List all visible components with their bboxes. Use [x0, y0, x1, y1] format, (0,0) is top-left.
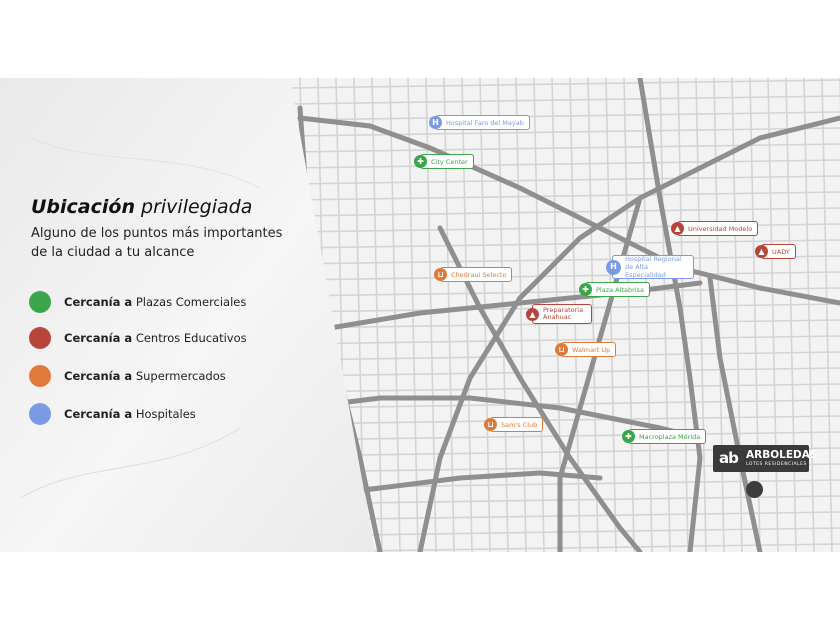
- brand-tagline: LOTES RESIDENCIALES: [746, 462, 807, 467]
- legend-label: Cercanía a Centros Educativos: [64, 331, 247, 345]
- location-pin-icon[interactable]: [746, 481, 763, 498]
- page-title-rest: privilegiada: [141, 196, 253, 218]
- brand-name: ARBOLEDAS: [746, 449, 818, 461]
- hospital-icon: H: [429, 116, 442, 129]
- graduation-cap-icon: ▲: [671, 222, 684, 235]
- legend-item-hospitales: Cercanía a Hospitales: [29, 402, 196, 426]
- legend-item-supermercados: Cercanía a Supermercados: [29, 364, 226, 388]
- poi-chedraui-selecto[interactable]: ⊔ Chedraui Selecto: [434, 267, 513, 282]
- graduation-cap-icon: ▲: [755, 245, 768, 258]
- legend-item-plazas: Cercanía a Plazas Comerciales: [29, 290, 246, 314]
- graduation-cap-icon: ▲: [526, 307, 539, 321]
- poi-preparatoria-anahuac[interactable]: ▲ Preparatoria Anahuac: [526, 304, 592, 324]
- page-title-bold: Ubicación: [31, 196, 135, 218]
- poi-walmart-up[interactable]: ⊔ Walmart Up: [555, 342, 617, 357]
- cart-icon: ⊔: [434, 268, 447, 281]
- poi-uady[interactable]: ▲ UADY: [755, 244, 796, 259]
- legend-label: Cercanía a Hospitales: [64, 407, 196, 421]
- blue-dot-icon: [29, 403, 51, 425]
- poi-hospital-regional[interactable]: H Hospital Regional de Alta Especialidad: [606, 255, 694, 279]
- red-dot-icon: [29, 327, 51, 349]
- arboledas-logo[interactable]: ab ARBOLEDAS LOTES RESIDENCIALES: [713, 445, 817, 472]
- legend-item-educativos: Cercanía a Centros Educativos: [29, 326, 247, 350]
- gift-icon: ✚: [579, 283, 592, 296]
- gift-icon: ✚: [622, 430, 635, 443]
- subtitle-line: Alguno de los puntos más importantes: [31, 226, 283, 241]
- slide: Ubicación privilegiada Alguno de los pun…: [0, 78, 840, 552]
- legend-label: Cercanía a Plazas Comerciales: [64, 295, 247, 309]
- gift-icon: ✚: [414, 155, 427, 168]
- poi-plaza-altabrisa[interactable]: ✚ Plaza Altabrisa: [579, 282, 650, 297]
- brand-mark: ab: [719, 449, 739, 467]
- poi-macroplaza-merida[interactable]: ✚ Macroplaza Mérida: [622, 429, 707, 444]
- poi-universidad-modelo[interactable]: ▲ Universidad Modelo: [671, 221, 759, 236]
- legend-label: Cercanía a Supermercados: [64, 369, 226, 383]
- poi-sams-club[interactable]: ⊔ Sam's Club: [484, 417, 544, 432]
- hospital-icon: H: [606, 259, 621, 275]
- page-subtitle: Alguno de los puntos más importantes de …: [31, 224, 291, 262]
- cart-icon: ⊔: [555, 343, 568, 356]
- city-map[interactable]: [0, 78, 840, 552]
- subtitle-line: de la ciudad a tu alcance: [31, 245, 195, 260]
- poi-hospital-faro-del-mayab[interactable]: H Hospital Faro del Mayab: [429, 115, 530, 130]
- page-title: Ubicación privilegiada: [31, 196, 252, 218]
- green-dot-icon: [29, 291, 51, 313]
- cart-icon: ⊔: [484, 418, 497, 431]
- orange-dot-icon: [29, 365, 51, 387]
- poi-city-center[interactable]: ✚ City Center: [414, 154, 474, 169]
